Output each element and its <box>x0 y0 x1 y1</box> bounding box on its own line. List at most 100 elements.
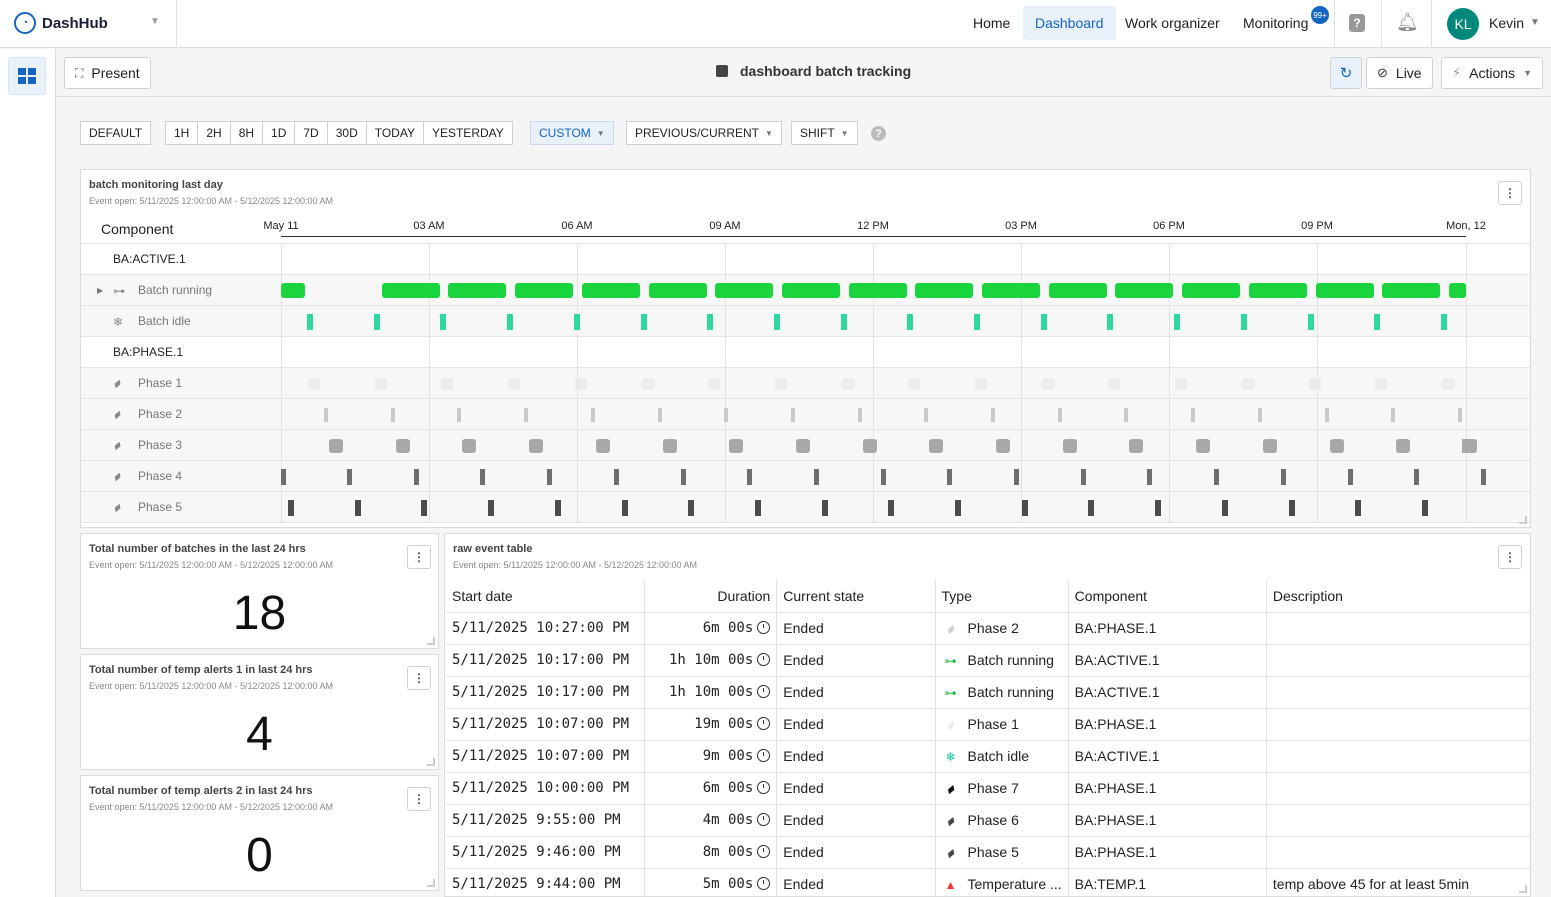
timeline-event-bar[interactable] <box>1414 468 1420 485</box>
panel-menu-icon[interactable]: ⋮ <box>407 545 431 569</box>
timeline-event-bar[interactable] <box>488 499 495 516</box>
nav-home[interactable]: Home <box>961 6 1022 40</box>
range-button[interactable]: 7D <box>295 122 328 144</box>
resize-handle[interactable] <box>427 637 435 645</box>
timeline-event-bar[interactable] <box>1262 438 1277 453</box>
timeline-event-bar[interactable] <box>1129 438 1144 453</box>
timeline-event-bar[interactable] <box>907 313 914 330</box>
timeline-event-bar[interactable] <box>595 438 610 453</box>
column-header-description[interactable]: Description <box>1266 580 1530 613</box>
user-menu-chevron-icon[interactable]: ▼ <box>1530 17 1540 28</box>
timeline-event-bar[interactable] <box>480 468 486 485</box>
auto-refresh-button[interactable]: ↻ <box>1330 57 1362 89</box>
app-logo[interactable]: ◔ DashHub <box>14 12 108 34</box>
timeline-event-bar[interactable] <box>373 313 380 330</box>
timeline-event-bar[interactable] <box>1174 313 1181 330</box>
timeline-event-bar[interactable] <box>795 438 810 453</box>
range-button[interactable]: TODAY <box>367 122 424 144</box>
timeline-event-bar[interactable] <box>1241 377 1254 390</box>
timeline-event-bar[interactable] <box>790 407 795 422</box>
timeline-event-bar[interactable] <box>508 377 521 390</box>
timeline-event-bar[interactable] <box>547 468 553 485</box>
timeline-event-bar[interactable] <box>613 468 619 485</box>
timeline-event-bar[interactable] <box>1441 377 1454 390</box>
timeline-event-bar[interactable] <box>1021 499 1028 516</box>
timeline-event-bar[interactable] <box>1315 283 1374 298</box>
timeline-event-bar[interactable] <box>1480 468 1486 485</box>
save-icon[interactable] <box>716 65 728 77</box>
timeline-event-bar[interactable] <box>1182 283 1241 298</box>
timeline-event-bar[interactable] <box>915 283 974 298</box>
timeline-event-bar[interactable] <box>1124 407 1129 422</box>
timeline-event-bar[interactable] <box>1115 283 1174 298</box>
timeline-event-bar[interactable] <box>1214 468 1220 485</box>
table-row[interactable]: 5/11/2025 10:27:00 PM 6m 00s Ended ▰ Phase 2… <box>446 612 1530 645</box>
compare-dropdown[interactable]: PREVIOUS/CURRENT ▼ <box>626 121 782 145</box>
timeline-event-bar[interactable] <box>374 377 387 390</box>
timeline-event-bar[interactable] <box>1451 283 1466 298</box>
dashboard-layout-button[interactable] <box>8 57 46 95</box>
timeline-event-bar[interactable] <box>955 499 961 516</box>
resize-handle[interactable] <box>1519 885 1527 893</box>
timeline-event-bar[interactable] <box>840 313 847 330</box>
timeline-event-bar[interactable] <box>975 377 987 390</box>
timeline-event-bar[interactable] <box>524 407 529 422</box>
timeline-event-bar[interactable] <box>308 377 320 390</box>
timeline-event-bar[interactable] <box>590 407 595 422</box>
timeline-event-bar[interactable] <box>1088 499 1095 516</box>
timeline-event-bar[interactable] <box>773 313 780 330</box>
timeline-event-bar[interactable] <box>747 468 753 485</box>
timeline-event-bar[interactable] <box>724 407 729 422</box>
timeline-event-bar[interactable] <box>288 499 294 516</box>
timeline-event-bar[interactable] <box>329 438 343 453</box>
timeline-event-bar[interactable] <box>1280 468 1286 485</box>
timeline-event-bar[interactable] <box>1329 438 1344 453</box>
bell-icon[interactable]: 🔔︎ <box>1396 12 1419 33</box>
timeline-event-bar[interactable] <box>947 468 953 485</box>
timeline-event-bar[interactable] <box>347 468 352 485</box>
timeline-event-bar[interactable] <box>1440 313 1447 330</box>
timeline-event-bar[interactable] <box>991 407 995 422</box>
timeline-event-bar[interactable] <box>621 499 628 516</box>
panel-menu-icon[interactable]: ⋮ <box>1498 181 1522 205</box>
timeline-event-bar[interactable] <box>1108 377 1121 390</box>
nav-monitoring[interactable]: Monitoring <box>1231 6 1320 40</box>
range-button[interactable]: 1H <box>166 122 199 144</box>
timeline-event-bar[interactable] <box>657 407 662 422</box>
timeline-event-bar[interactable] <box>848 283 907 298</box>
panel-menu-icon[interactable]: ⋮ <box>1498 545 1522 569</box>
timeline-event-bar[interactable] <box>996 438 1010 453</box>
table-row[interactable]: 5/11/2025 9:44:00 PM 5m 00s Ended ▲ Temperat… <box>446 868 1530 896</box>
timeline-event-bar[interactable] <box>324 407 328 422</box>
timeline-event-bar[interactable] <box>1462 438 1466 453</box>
timeline-event-bar[interactable] <box>1062 438 1077 453</box>
help-icon[interactable]: ? <box>1349 14 1365 32</box>
timeline-event-bar[interactable] <box>1347 468 1353 485</box>
timeline-event-bar[interactable] <box>680 468 686 485</box>
table-row[interactable]: 5/11/2025 10:17:00 PM 1h 10m 00s Ended ⊶ Bat… <box>446 676 1530 709</box>
timeline-event-bar[interactable] <box>640 313 647 330</box>
timeline-event-bar[interactable] <box>648 283 707 298</box>
timeline-event-bar[interactable] <box>857 407 862 422</box>
timeline-event-bar[interactable] <box>1355 499 1362 516</box>
timeline-event-bar[interactable] <box>662 438 677 453</box>
timeline-event-bar[interactable] <box>1107 313 1114 330</box>
range-button[interactable]: YESTERDAY <box>424 122 512 144</box>
timeline-event-bar[interactable] <box>441 377 454 390</box>
timeline-event-bar[interactable] <box>281 468 286 485</box>
column-header-start-date[interactable]: Start date <box>446 580 646 613</box>
nav-dashboard[interactable]: Dashboard <box>1023 6 1116 40</box>
custom-range-dropdown[interactable]: CUSTOM ▼ <box>530 121 614 145</box>
timeline-event-bar[interactable] <box>1375 377 1388 390</box>
timeline-event-bar[interactable] <box>688 499 695 516</box>
timeline-event-bar[interactable] <box>929 438 944 453</box>
timeline-event-bar[interactable] <box>1324 407 1329 422</box>
timeline-event-bar[interactable] <box>462 438 477 453</box>
timeline-event-bar[interactable] <box>1391 407 1396 422</box>
timeline-event-bar[interactable] <box>841 377 854 390</box>
timeline-event-bar[interactable] <box>1155 499 1162 516</box>
timeline-event-bar[interactable] <box>974 313 980 330</box>
timeline-event-bar[interactable] <box>1421 499 1428 516</box>
timeline-event-bar[interactable] <box>390 407 395 422</box>
nav-work-organizer[interactable]: Work organizer <box>1113 6 1232 40</box>
